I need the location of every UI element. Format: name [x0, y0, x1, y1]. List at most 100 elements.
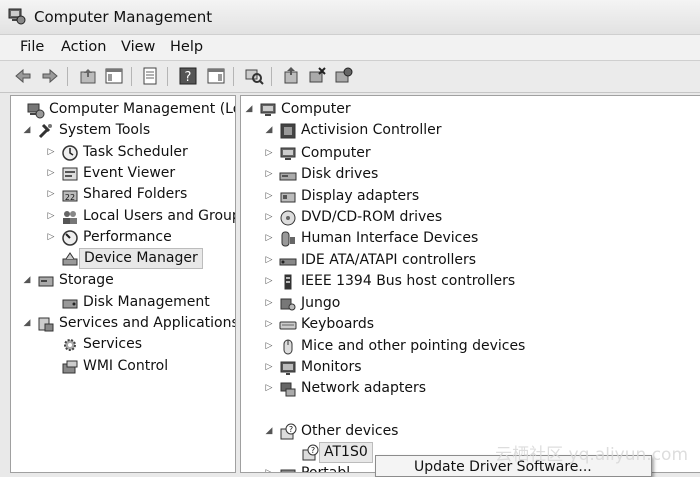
collapse-arrow-icon[interactable]: ◢ — [263, 120, 275, 141]
menu-view[interactable]: View — [121, 39, 155, 55]
event-viewer-icon — [61, 165, 79, 183]
device-tree-item-label: Mice and other pointing devices — [301, 338, 526, 354]
console-tree-item-label: Storage — [59, 272, 114, 288]
device-tree-item-label: Other devices — [301, 423, 399, 439]
unknown-device-icon: ? — [279, 423, 297, 441]
console-tree-item-label: Task Scheduler — [83, 144, 188, 160]
monitor-icon — [279, 359, 297, 377]
expand-arrow-icon[interactable]: ▷ — [263, 357, 275, 378]
back-arrow-icon[interactable] — [13, 66, 33, 86]
ieee1394-icon — [279, 273, 297, 291]
display-adapter-icon — [279, 188, 297, 206]
controller-icon — [279, 122, 297, 140]
clock-icon — [61, 144, 79, 162]
wmi-icon — [61, 358, 79, 376]
expand-arrow-icon[interactable]: ▷ — [263, 336, 275, 357]
expand-arrow-icon[interactable]: ▷ — [45, 206, 57, 227]
console-tree-item-label: Disk Management — [83, 294, 210, 310]
console-tree-item-label: Services and Applications — [59, 315, 236, 331]
collapse-arrow-icon[interactable]: ◢ — [263, 421, 275, 442]
disk-icon — [61, 294, 79, 312]
dvd-icon — [279, 209, 297, 227]
device-manager-icon — [61, 250, 79, 268]
menu-help[interactable]: Help — [170, 39, 203, 55]
expand-arrow-icon[interactable]: ▷ — [263, 164, 275, 185]
mouse-icon — [279, 338, 297, 356]
collapse-arrow-icon[interactable]: ◢ — [243, 99, 255, 120]
expand-arrow-icon[interactable]: ▷ — [263, 271, 275, 292]
collapse-arrow-icon[interactable]: ◢ — [21, 120, 33, 141]
device-tree-item-label: AT1S0 — [319, 442, 373, 463]
device-tree-item-label: Display adapters — [301, 188, 420, 204]
expand-arrow-icon[interactable]: ▷ — [263, 186, 275, 207]
device-tree-item-label: Monitors — [301, 359, 362, 375]
expand-arrow-icon[interactable]: ▷ — [263, 250, 275, 271]
properties-icon[interactable] — [140, 66, 160, 86]
expand-arrow-icon[interactable]: ▷ — [45, 184, 57, 205]
device-tree-item-label: Network adapters — [301, 380, 426, 396]
show-action-pane-icon[interactable] — [206, 66, 226, 86]
device-tree-item-label: Portabl — [301, 465, 351, 473]
device-tree-item-label: Computer — [301, 145, 371, 161]
svg-text:22: 22 — [65, 193, 75, 202]
jungo-icon — [279, 295, 297, 313]
watermark: 云栖社区 yq.aliyun.com — [495, 445, 688, 465]
expand-arrow-icon[interactable]: ▷ — [263, 207, 275, 228]
device-tree-item-label: Jungo — [301, 295, 341, 311]
ide-icon — [279, 252, 297, 270]
show-hide-console-tree-icon[interactable] — [104, 66, 124, 86]
expand-arrow-icon[interactable]: ▷ — [263, 463, 275, 472]
device-tree-item-label: IEEE 1394 Bus host controllers — [301, 273, 516, 289]
collapse-arrow-icon[interactable]: ◢ — [21, 270, 33, 291]
services-icon — [37, 315, 55, 333]
keyboard-icon — [279, 316, 297, 334]
device-tree-item-label: Computer — [281, 101, 351, 117]
svg-text:?: ? — [311, 446, 315, 455]
expand-arrow-icon[interactable]: ▷ — [45, 142, 57, 163]
console-tree-item-label: Event Viewer — [83, 165, 176, 181]
update-driver-icon[interactable] — [281, 66, 301, 86]
menu-action[interactable]: Action — [61, 39, 106, 55]
device-tree-pane[interactable]: ◢ Computer ◢ Activision Controller ▷ Computer… — [240, 95, 700, 473]
console-tree-pane[interactable]: Computer Management (Local◢System Tools▷… — [10, 95, 236, 473]
computer-management-icon — [27, 101, 45, 119]
expand-arrow-icon[interactable]: ▷ — [263, 228, 275, 249]
help-icon[interactable]: ? — [178, 66, 198, 86]
toolbar: ? — [0, 61, 700, 93]
users-icon — [61, 208, 79, 226]
menu-bar: File Action View Help — [0, 35, 700, 61]
device-tree-item-label: DVD/CD-ROM drives — [301, 209, 443, 225]
console-tree-item-label: Shared Folders — [83, 186, 188, 202]
expand-arrow-icon[interactable]: ▷ — [263, 143, 275, 164]
svg-text:?: ? — [289, 425, 293, 434]
expand-arrow-icon[interactable]: ▷ — [263, 293, 275, 314]
console-tree-item-label: Local Users and Groups — [83, 208, 236, 224]
window-title: Computer Management — [34, 8, 213, 26]
title-bar: Computer Management — [0, 0, 700, 35]
enable-device-icon[interactable] — [333, 66, 353, 86]
performance-icon — [61, 229, 79, 247]
uninstall-device-icon[interactable] — [307, 66, 327, 86]
device-tree-item-label: IDE ATA/ATAPI controllers — [301, 252, 477, 268]
computer-management-icon — [8, 8, 26, 25]
collapse-arrow-icon[interactable]: ◢ — [21, 313, 33, 334]
up-folder-icon[interactable] — [78, 66, 98, 86]
device-tree-item-label: Human Interface Devices — [301, 230, 479, 246]
device-tree-item-label: Disk drives — [301, 166, 379, 182]
device-tree-item-label: Keyboards — [301, 316, 375, 332]
device-tree-item-label: Activision Controller — [301, 122, 442, 138]
hid-icon — [279, 230, 297, 248]
forward-arrow-icon[interactable] — [40, 66, 60, 86]
expand-arrow-icon[interactable]: ▷ — [45, 227, 57, 248]
console-tree-item-label: Device Manager — [79, 248, 203, 269]
computer-icon — [259, 101, 277, 119]
expand-arrow-icon[interactable]: ▷ — [263, 314, 275, 335]
console-tree-item-label: WMI Control — [83, 358, 169, 374]
menu-file[interactable]: File — [20, 39, 44, 55]
storage-icon — [37, 272, 55, 290]
expand-arrow-icon[interactable]: ▷ — [263, 378, 275, 399]
expand-arrow-icon[interactable]: ▷ — [45, 163, 57, 184]
console-tree-item-label: System Tools — [59, 122, 151, 138]
disk-drive-icon — [279, 166, 297, 184]
scan-hardware-icon[interactable] — [244, 66, 264, 86]
